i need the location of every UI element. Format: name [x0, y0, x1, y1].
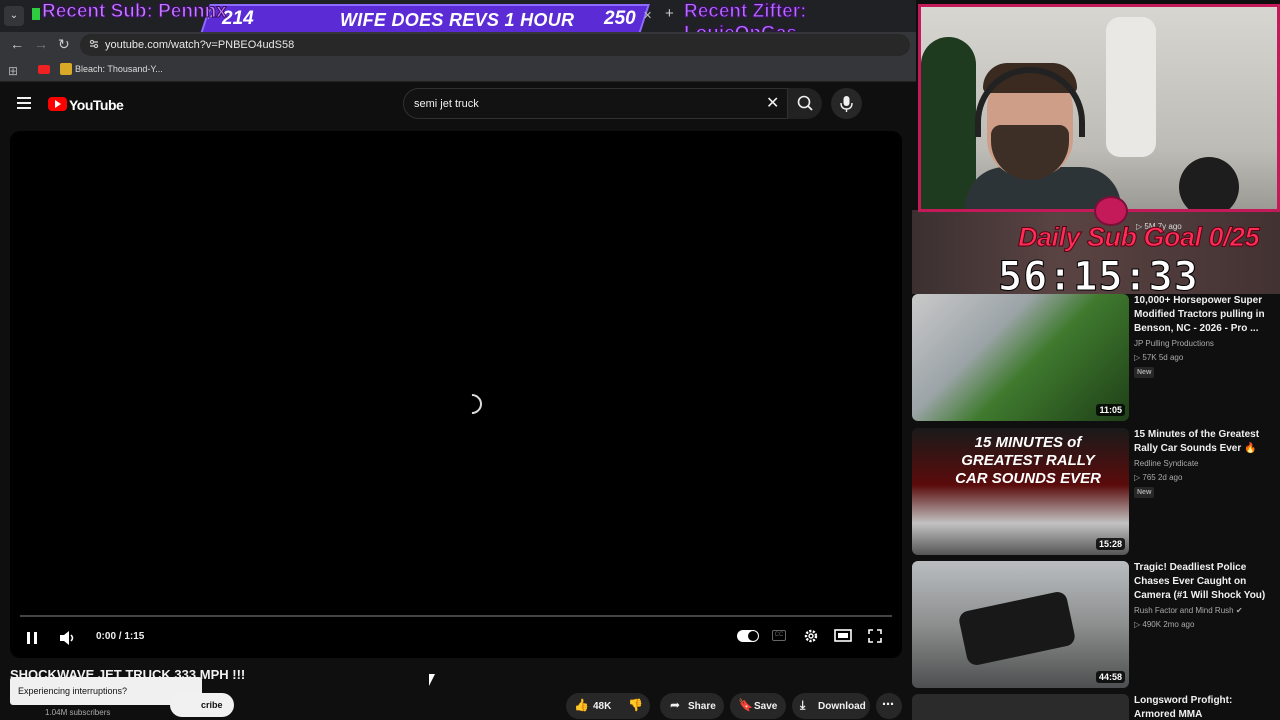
video-thumbnail[interactable]: 11:05 — [912, 294, 1129, 421]
reload-icon[interactable]: ↻ — [58, 36, 70, 53]
recommendation-meta: ▷ 765 2d ago — [1134, 473, 1183, 482]
recommendation-channel[interactable]: Rush Factor and Mind Rush ✔ — [1134, 606, 1243, 615]
save-button[interactable]: 🔖 Save — [730, 693, 786, 719]
save-label: Save — [754, 701, 778, 712]
tab-favicon — [32, 8, 40, 20]
subscriber-count: 1.04M subscribers — [45, 708, 111, 717]
search-icon — [797, 95, 813, 111]
recommendation-title[interactable]: Tragic! Deadliest Police Chases Ever Cau… — [1134, 561, 1269, 603]
captions-icon[interactable]: CC — [772, 630, 786, 641]
apps-grid-icon[interactable]: ⊞ — [8, 64, 18, 78]
mouse-cursor — [429, 674, 435, 686]
search-input[interactable]: semi jet truck — [403, 88, 788, 119]
dislike-icon[interactable]: 👎 — [628, 698, 643, 712]
download-label: Download — [818, 701, 866, 712]
theater-mode-button[interactable] — [834, 629, 852, 653]
volume-button[interactable] — [58, 626, 76, 650]
recommendation-meta: ▷ 490K 2mo ago — [1134, 620, 1195, 629]
share-button[interactable]: ➦ Share — [660, 693, 724, 719]
recommendation-title[interactable]: Longsword Profight: Armored MMA — [1134, 694, 1269, 720]
duration-badge: 11:05 — [1096, 404, 1125, 416]
like-dislike-group: 👍 48K 👎 — [566, 693, 650, 719]
tab-search-button[interactable]: ⌄ — [4, 6, 24, 26]
settings-button[interactable] — [803, 628, 819, 652]
goal-target: 250 — [604, 8, 636, 29]
like-count[interactable]: 48K — [593, 701, 611, 712]
download-icon: ⤓ — [800, 698, 806, 712]
subscribe-button[interactable]: cribe — [170, 693, 234, 717]
loading-spinner-icon — [457, 389, 487, 419]
time-display: 0:00 / 1:15 — [96, 631, 145, 642]
bookmark-bleach[interactable]: Bleach: Thousand-Y... — [75, 64, 163, 74]
like-icon[interactable]: 👍 — [574, 698, 589, 712]
youtube-logo-text[interactable]: YouTube — [69, 97, 124, 113]
stream-timer: 56:15:33 — [998, 254, 1199, 301]
clan-emblem-icon — [1094, 196, 1128, 226]
menu-icon[interactable] — [17, 97, 31, 109]
back-icon[interactable]: ← — [10, 36, 24, 52]
gaming-chair — [1106, 17, 1156, 157]
browser-tabstrip: ⌄ (2 214 WIFE DOES REVS 1 HOUR 250 Recen… — [0, 0, 916, 45]
recommendation-item[interactable]: 15 MINUTES of GREATEST RALLY CAR SOUNDS … — [912, 428, 1280, 556]
recommendation-meta: ▷ 57K 5d ago — [1134, 353, 1184, 362]
recent-sub-text: Recent Sub: Pennnx — [42, 1, 228, 23]
new-tab-icon[interactable]: + — [665, 5, 674, 22]
youtube-header: YouTube semi jet truck ✕ — [0, 83, 916, 125]
recommendation-channel[interactable]: Redline Syndicate — [1134, 459, 1198, 468]
address-bar: ← → ↻ youtube.com/watch?v=PNBEO4udS58 — [0, 32, 916, 58]
search-button[interactable] — [788, 88, 822, 119]
recommendation-item[interactable]: 44:58 Tragic! Deadliest Police Chases Ev… — [912, 561, 1280, 689]
sub-goal-text: Daily Sub Goal 0/25 — [1017, 222, 1260, 253]
thumbnail-caption: 15 MINUTES of GREATEST RALLY CAR SOUNDS … — [955, 434, 1101, 487]
video-thumbnail[interactable]: 15 MINUTES of GREATEST RALLY CAR SOUNDS … — [912, 428, 1129, 555]
microphone-icon — [840, 96, 853, 112]
microphone — [1179, 157, 1239, 209]
more-actions-button[interactable]: ⋯ — [876, 693, 902, 719]
bookmarks-bar: ⊞ Bleach: Thousand-Y... — [0, 58, 916, 82]
voice-search-button[interactable] — [831, 88, 862, 119]
truck-shape — [957, 590, 1077, 667]
fullscreen-icon — [868, 629, 882, 643]
bookmark-icon: 🔖 — [738, 698, 753, 712]
search-value: semi jet truck — [414, 98, 479, 110]
webcam-overlay — [918, 4, 1280, 212]
volume-icon — [60, 631, 74, 645]
progress-bar[interactable] — [20, 615, 892, 617]
bookmark-favicon — [60, 63, 72, 75]
theater-mode-icon — [834, 629, 852, 642]
fullscreen-button[interactable] — [867, 628, 883, 652]
youtube-bookmark-icon[interactable] — [38, 65, 50, 74]
screen: ⌄ (2 214 WIFE DOES REVS 1 HOUR 250 Recen… — [0, 0, 1280, 720]
tab-close-icon[interactable]: ✕ — [643, 9, 652, 22]
autoplay-toggle[interactable] — [737, 630, 759, 642]
share-icon: ➦ — [670, 698, 681, 712]
recommendation-item[interactable]: Longsword Profight: Armored MMA — [912, 694, 1280, 720]
pause-button[interactable] — [24, 626, 40, 650]
new-badge: New — [1134, 487, 1155, 498]
download-button[interactable]: ⤓ Download — [792, 693, 870, 719]
gear-icon — [804, 629, 818, 643]
forward-icon[interactable]: → — [34, 36, 48, 52]
pause-icon — [27, 632, 37, 644]
goal-title: WIFE DOES REVS 1 HOUR — [340, 10, 575, 30]
video-thumbnail[interactable] — [912, 694, 1129, 720]
recommendation-channel[interactable]: JP Pulling Productions — [1134, 339, 1214, 348]
interruptions-text: Experiencing interruptions? — [18, 686, 128, 696]
video-player[interactable]: 0:00 / 1:15 CC — [10, 131, 902, 658]
recommendation-title[interactable]: 15 Minutes of the Greatest Rally Car Sou… — [1134, 428, 1269, 456]
duration-badge: 15:28 — [1095, 538, 1125, 550]
duration-badge: 44:58 — [1095, 671, 1125, 683]
url-field[interactable]: youtube.com/watch?v=PNBEO4udS58 — [80, 34, 910, 56]
youtube-logo-icon[interactable] — [48, 97, 67, 111]
url-text: youtube.com/watch?v=PNBEO4udS58 — [105, 39, 295, 51]
new-badge: New — [1134, 367, 1155, 378]
site-info-icon[interactable] — [88, 38, 100, 50]
recommendation-title[interactable]: 10,000+ Horsepower Super Modified Tracto… — [1134, 294, 1269, 336]
recommendation-item[interactable]: 11:05 10,000+ Horsepower Super Modified … — [912, 294, 1280, 422]
video-thumbnail[interactable]: 44:58 — [912, 561, 1129, 688]
more-icon: ⋯ — [882, 697, 894, 711]
share-label: Share — [688, 701, 716, 712]
clear-search-icon[interactable]: ✕ — [766, 93, 779, 113]
christmas-tree — [921, 37, 976, 209]
